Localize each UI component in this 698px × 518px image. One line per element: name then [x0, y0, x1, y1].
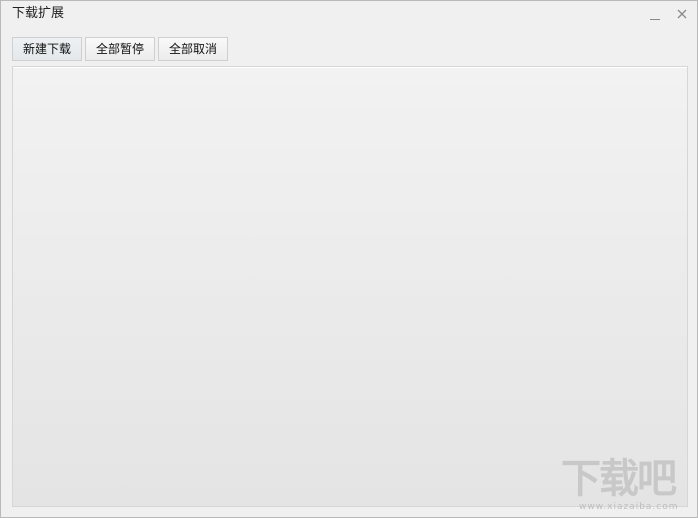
download-list-area[interactable] — [12, 66, 688, 507]
site-watermark-logo: 下载吧 www.xiazaiba.com — [561, 459, 696, 517]
minimize-icon[interactable] — [647, 7, 663, 23]
window-title: 下载扩展 — [12, 6, 65, 21]
pause-all-button[interactable]: 全部暂停 — [85, 37, 156, 61]
download-extension-window: 下载扩展 新建下载 全部暂停 全部取消 下载吧 www.xiazaiba.com — [0, 0, 698, 518]
watermark-main-text: 下载吧 — [561, 456, 677, 502]
toolbar: 新建下载 全部暂停 全部取消 — [12, 37, 229, 61]
watermark-url-text: www.xiazaiba.com — [579, 502, 679, 512]
cancel-all-button[interactable]: 全部取消 — [158, 37, 229, 61]
new-download-button[interactable]: 新建下载 — [12, 37, 83, 61]
close-icon[interactable] — [675, 7, 691, 23]
